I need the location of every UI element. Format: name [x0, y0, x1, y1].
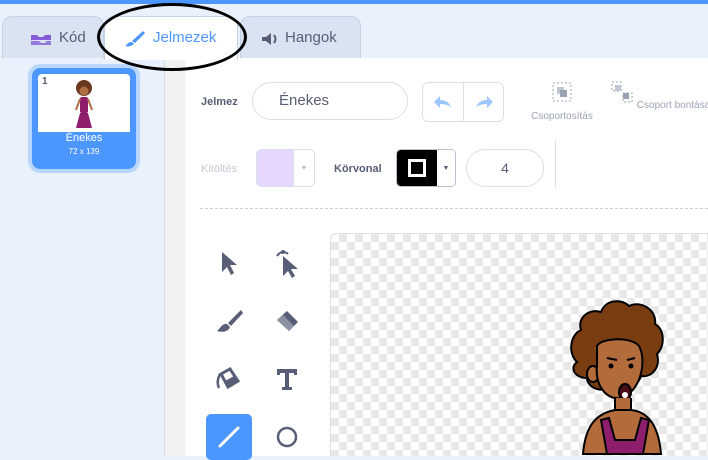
highlight-ellipse [97, 3, 247, 71]
eraser-tool[interactable] [264, 298, 310, 344]
fill-color-swatch [257, 150, 293, 186]
arrow-pointer-icon [222, 252, 237, 275]
tab-sounds-label: Hangok [285, 29, 337, 46]
outline-color-swatch [397, 150, 437, 186]
singer-thumbnail-image [75, 80, 93, 128]
costume-card[interactable]: 1 Énekes 72 x 139 [32, 68, 136, 169]
select-tool[interactable] [206, 240, 252, 286]
costume-number: 1 [42, 76, 48, 87]
fill-label: Kitöltés [201, 163, 238, 175]
fill-color-picker[interactable]: ▼ [256, 149, 315, 187]
line-tool[interactable] [206, 414, 252, 460]
brush-icon [217, 310, 243, 332]
redo-button[interactable] [463, 83, 503, 121]
code-blocks-icon [31, 35, 51, 45]
speaker-icon [262, 33, 277, 45]
costume-thumbnail: 1 [38, 74, 130, 132]
text-icon [277, 369, 297, 390]
undo-redo-group [422, 82, 504, 122]
ungroup-button[interactable]: Csoport bontása [610, 80, 708, 111]
ungroup-icon [611, 81, 633, 103]
brush-tool[interactable] [206, 298, 252, 344]
eraser-icon [277, 311, 298, 331]
costume-name-field-label: Jelmez [201, 96, 238, 108]
drawing-canvas[interactable] [330, 233, 708, 456]
circle-tool[interactable] [264, 414, 310, 460]
costume-name-label: Énekes [65, 132, 103, 144]
tab-sounds[interactable]: Hangok [240, 16, 361, 60]
chevron-down-icon: ▼ [293, 150, 314, 186]
ungroup-label: Csoport bontása [636, 100, 708, 111]
costume-name-input[interactable]: Énekes [252, 82, 408, 120]
toolbar-separator [200, 208, 708, 209]
costume-size-label: 72 x 139 [68, 147, 100, 156]
tab-code[interactable]: Kód [2, 16, 104, 60]
singer-costume-image [570, 300, 664, 455]
circle-icon [276, 426, 298, 448]
reshape-tool[interactable] [264, 240, 310, 286]
paint-bucket-icon [216, 367, 241, 390]
outline-label: Körvonal [334, 163, 382, 175]
tab-code-label: Kód [59, 29, 86, 46]
group-label: Csoportosítás [531, 111, 593, 122]
reshape-icon [276, 250, 298, 278]
chevron-down-icon: ▼ [437, 150, 455, 186]
toolbar-divider [555, 140, 556, 188]
group-button[interactable]: Csoportosítás [522, 80, 602, 122]
line-icon [218, 426, 240, 448]
redo-icon [475, 96, 493, 108]
undo-button[interactable] [423, 83, 463, 121]
fill-tool[interactable] [206, 356, 252, 402]
undo-icon [434, 96, 451, 108]
outline-width-input[interactable]: 4 [466, 149, 544, 187]
text-tool[interactable] [264, 356, 310, 402]
outline-color-picker[interactable]: ▼ [396, 149, 456, 187]
group-icon [552, 82, 572, 102]
